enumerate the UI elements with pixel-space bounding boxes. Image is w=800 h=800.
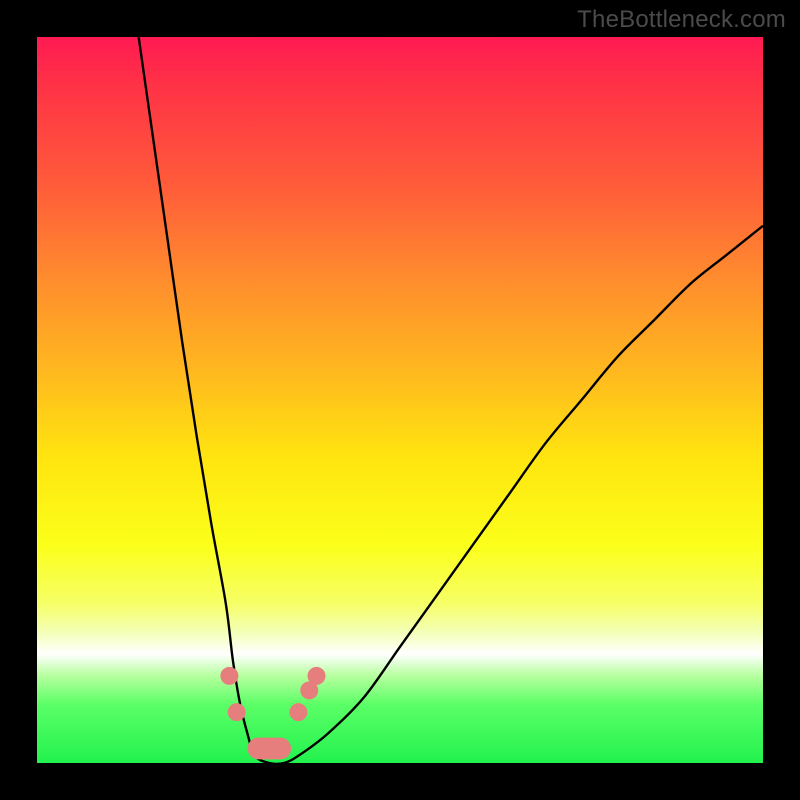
curve-marker-bar: [248, 738, 292, 760]
curve-marker-dot: [228, 703, 246, 721]
curve-marker-dot: [308, 667, 326, 685]
bottleneck-curve-svg: [37, 37, 763, 763]
marker-layer: [220, 667, 325, 759]
curve-marker-dot: [289, 703, 307, 721]
plot-area: [37, 37, 763, 763]
curve-marker-dot: [220, 667, 238, 685]
chart-frame: TheBottleneck.com: [0, 0, 800, 800]
watermark-text: TheBottleneck.com: [577, 6, 786, 34]
bottleneck-curve: [139, 37, 763, 763]
